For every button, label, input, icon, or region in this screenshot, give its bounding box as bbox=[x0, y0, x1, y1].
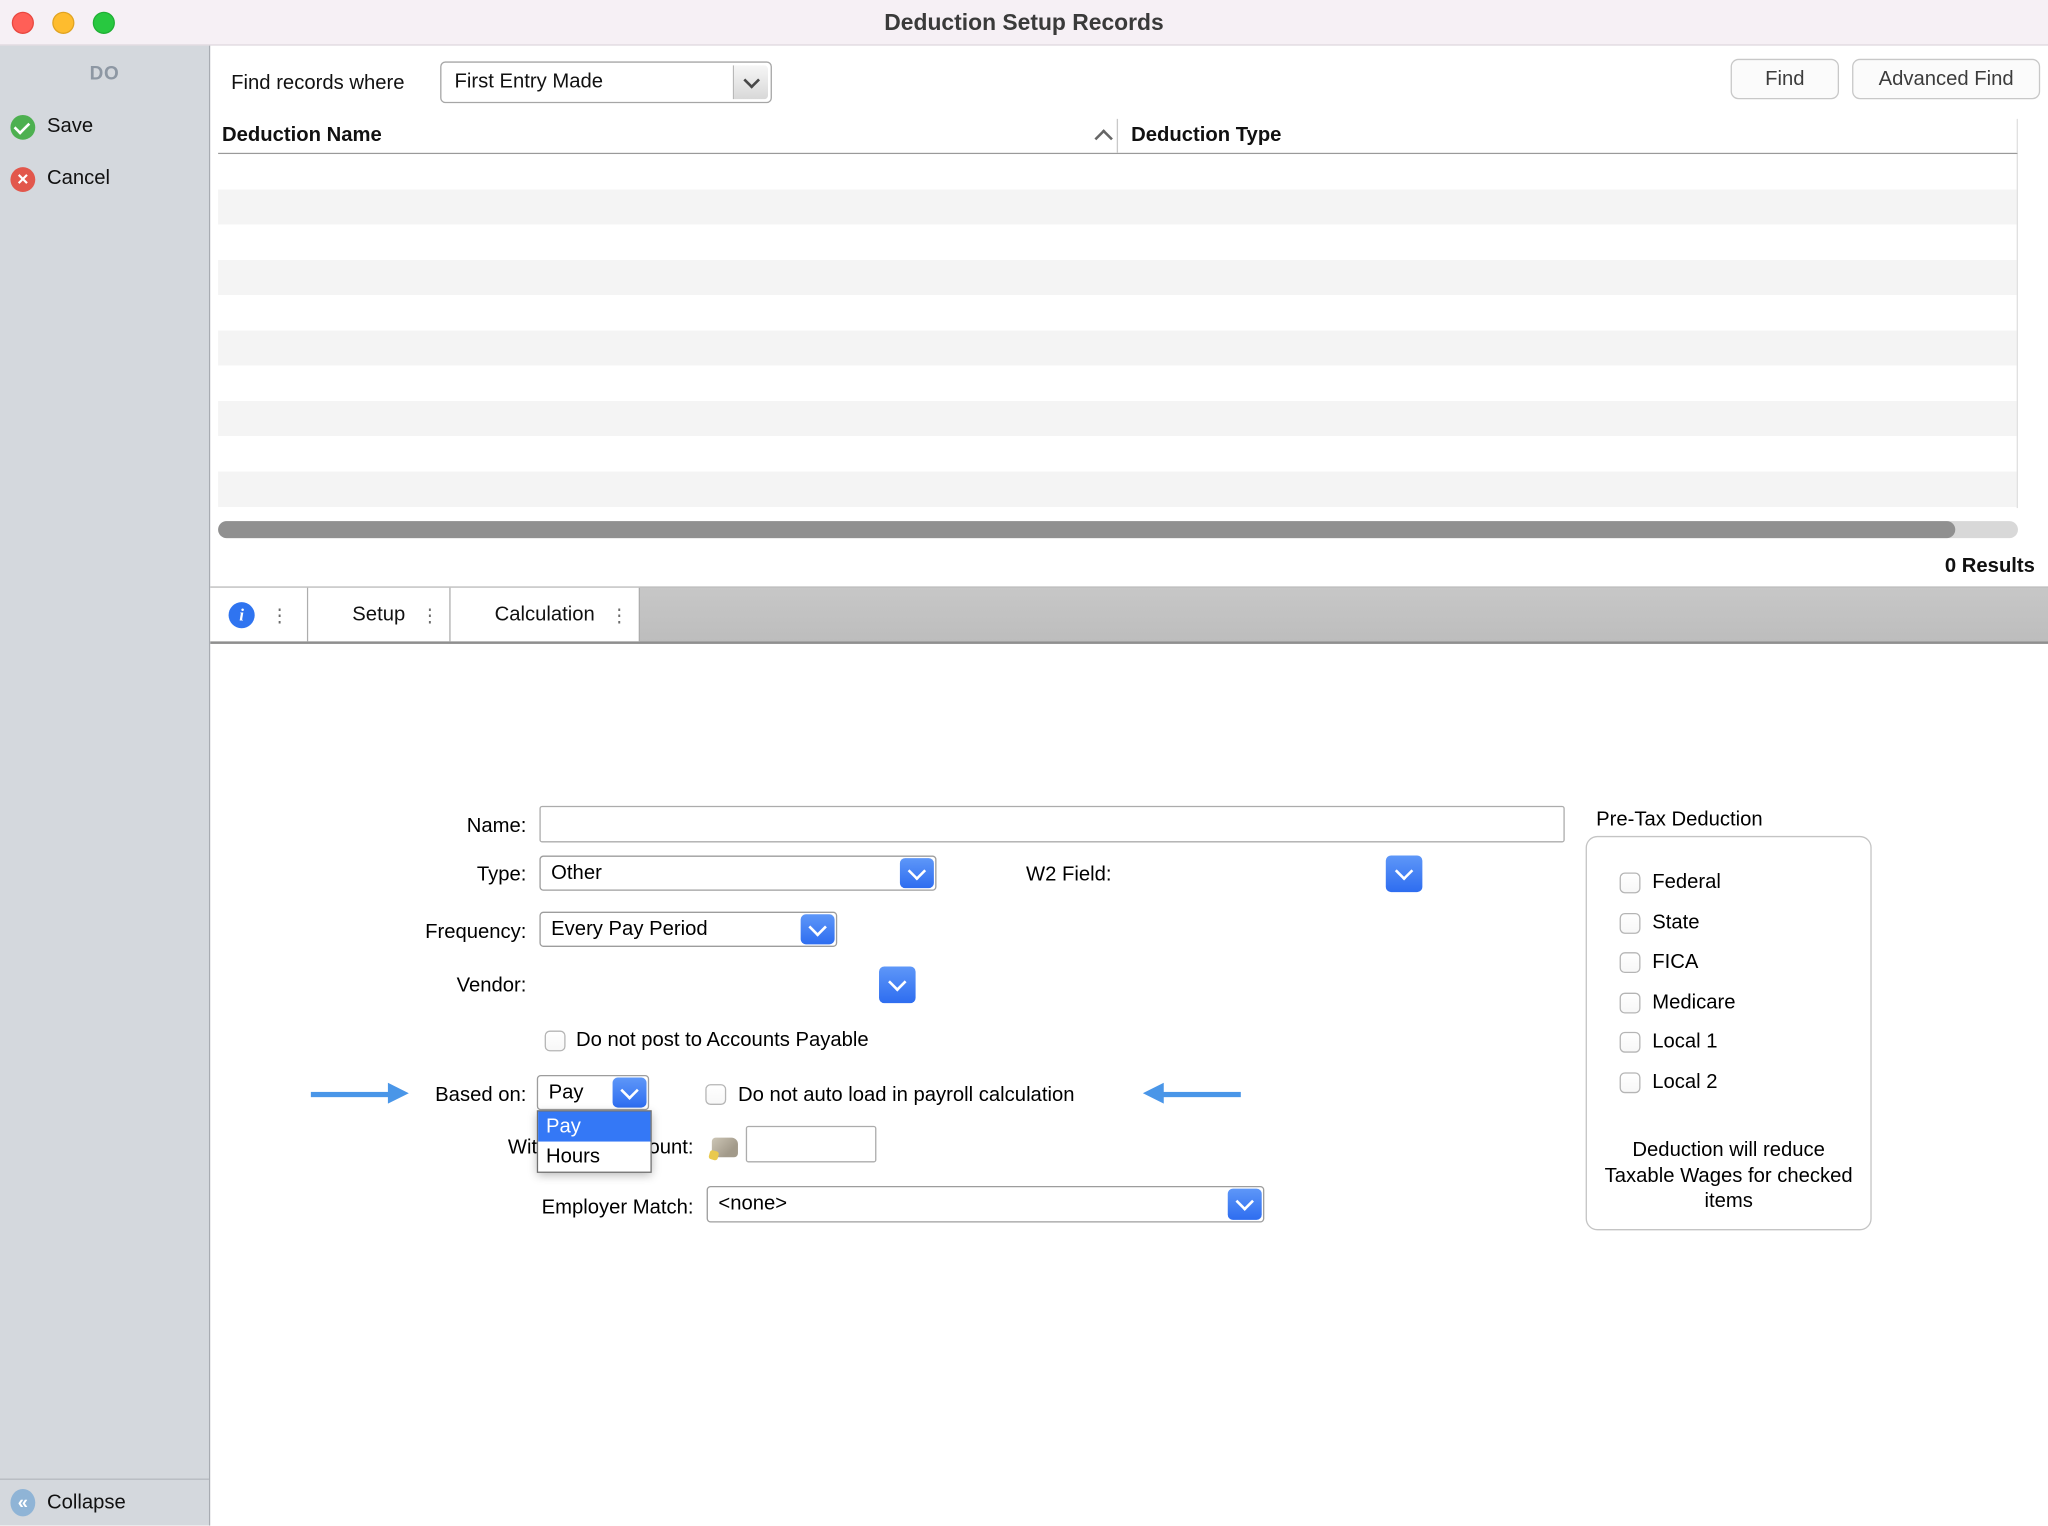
tab-setup[interactable]: Setup ⋮ bbox=[308, 588, 450, 642]
w2-field-dropdown[interactable] bbox=[1386, 856, 1423, 893]
do-not-autoload-label: Do not auto load in payroll calculation bbox=[738, 1083, 1075, 1109]
find-button[interactable]: Find bbox=[1731, 59, 1839, 99]
info-icon[interactable]: i bbox=[229, 601, 255, 627]
federal-checkbox[interactable] bbox=[1620, 872, 1641, 893]
main-content: Find records where First Entry Made Find… bbox=[210, 46, 2048, 1526]
window-titlebar: Deduction Setup Records bbox=[0, 0, 2048, 46]
pretax-note: Deduction will reduce Taxable Wages for … bbox=[1603, 1138, 1855, 1214]
sidebar: DO Save × Cancel « Collapse bbox=[0, 46, 210, 1526]
fullscreen-window-button[interactable] bbox=[93, 11, 115, 33]
pretax-row-medicare: Medicare bbox=[1620, 990, 1736, 1016]
column-header-deduction-type[interactable]: Deduction Type bbox=[1117, 119, 2017, 153]
pretax-panel: Federal State FICA Medicare Local 1 Loca… bbox=[1586, 836, 1872, 1230]
pretax-row-local2: Local 2 bbox=[1620, 1070, 1718, 1096]
pretax-title: Pre-Tax Deduction bbox=[1596, 808, 1763, 832]
collapse-button[interactable]: « Collapse bbox=[0, 1479, 209, 1526]
employer-match-value: <none> bbox=[718, 1192, 787, 1216]
table-body-empty[interactable] bbox=[218, 154, 2018, 508]
w2-field-label: W2 Field: bbox=[916, 862, 1112, 888]
horizontal-scrollbar[interactable] bbox=[218, 521, 2018, 538]
drag-dots-icon[interactable]: ⋮ bbox=[270, 605, 288, 623]
column-header-deduction-name[interactable]: Deduction Name bbox=[218, 119, 1117, 153]
pretax-row-federal: Federal bbox=[1620, 870, 1721, 896]
drag-dots-icon: ⋮ bbox=[421, 605, 439, 623]
table-header: Deduction Name Deduction Type bbox=[218, 119, 2018, 154]
local1-checkbox[interactable] bbox=[1620, 1032, 1641, 1053]
collapse-label: Collapse bbox=[47, 1491, 126, 1515]
menu-item-pay[interactable]: Pay bbox=[538, 1112, 650, 1142]
type-value: Other bbox=[551, 861, 602, 885]
withholding-amount-input[interactable] bbox=[746, 1126, 877, 1163]
frequency-value: Every Pay Period bbox=[551, 918, 707, 942]
fica-checkbox[interactable] bbox=[1620, 952, 1641, 973]
horizontal-scrollbar-thumb[interactable] bbox=[218, 521, 1955, 538]
based-on-dropdown[interactable]: Pay bbox=[537, 1075, 649, 1110]
tab-calculation-label: Calculation bbox=[495, 603, 595, 627]
info-segment: i ⋮ bbox=[210, 588, 308, 642]
sort-ascending-icon bbox=[1094, 129, 1112, 147]
drag-dots-icon: ⋮ bbox=[610, 605, 628, 623]
fica-label: FICA bbox=[1652, 950, 1698, 976]
employer-match-label: Employer Match: bbox=[367, 1195, 694, 1221]
window-title: Deduction Setup Records bbox=[884, 8, 1163, 35]
find-records-where-label: Find records where bbox=[231, 72, 404, 96]
column-label-deduction-type: Deduction Type bbox=[1131, 124, 1281, 148]
medicare-checkbox[interactable] bbox=[1620, 993, 1641, 1014]
do-not-post-ap-checkbox[interactable] bbox=[545, 1031, 566, 1052]
pretax-row-state: State bbox=[1620, 910, 1700, 936]
collapse-chevron-icon: « bbox=[10, 1489, 35, 1516]
save-label: Save bbox=[47, 115, 93, 139]
window-controls bbox=[12, 0, 115, 44]
do-not-autoload-checkbox[interactable] bbox=[705, 1084, 726, 1105]
name-input[interactable] bbox=[539, 806, 1564, 843]
sidebar-header: DO bbox=[0, 64, 209, 85]
pretax-row-local1: Local 1 bbox=[1620, 1029, 1718, 1055]
pretax-row-fica: FICA bbox=[1620, 950, 1699, 976]
state-checkbox[interactable] bbox=[1620, 913, 1641, 934]
dropdown-chevron-icon bbox=[613, 1078, 647, 1108]
tab-bar: i ⋮ Setup ⋮ Calculation ⋮ bbox=[210, 586, 2048, 643]
tab-calculation[interactable]: Calculation ⋮ bbox=[451, 588, 640, 642]
dropdown-chevron-icon bbox=[1228, 1189, 1262, 1220]
find-field-dropdown[interactable]: First Entry Made bbox=[440, 61, 772, 103]
frequency-dropdown[interactable]: Every Pay Period bbox=[539, 912, 837, 947]
based-on-value: Pay bbox=[549, 1081, 584, 1105]
tab-setup-label: Setup bbox=[352, 603, 405, 627]
results-count: 0 Results bbox=[1945, 555, 2035, 579]
minimize-window-button[interactable] bbox=[52, 11, 74, 33]
vendor-dropdown[interactable] bbox=[879, 967, 916, 1004]
cancel-x-icon: × bbox=[10, 167, 35, 192]
employer-match-dropdown[interactable]: <none> bbox=[707, 1186, 1265, 1223]
type-dropdown[interactable]: Other bbox=[539, 856, 936, 891]
based-on-label: Based on: bbox=[315, 1083, 527, 1109]
local2-checkbox[interactable] bbox=[1620, 1072, 1641, 1093]
based-on-open-menu: Pay Hours bbox=[537, 1110, 652, 1173]
cancel-label: Cancel bbox=[47, 167, 110, 191]
frequency-label: Frequency: bbox=[315, 920, 527, 946]
advanced-find-button[interactable]: Advanced Find bbox=[1852, 59, 2040, 99]
type-label: Type: bbox=[315, 862, 527, 888]
dropdown-chevron-icon bbox=[733, 65, 768, 99]
close-window-button[interactable] bbox=[12, 11, 34, 33]
local1-label: Local 1 bbox=[1652, 1029, 1717, 1055]
do-not-post-ap-label: Do not post to Accounts Payable bbox=[576, 1028, 869, 1054]
local2-label: Local 2 bbox=[1652, 1070, 1717, 1096]
save-button[interactable]: Save bbox=[10, 112, 93, 141]
cancel-button[interactable]: × Cancel bbox=[10, 165, 110, 194]
menu-item-hours[interactable]: Hours bbox=[538, 1142, 650, 1172]
federal-label: Federal bbox=[1652, 870, 1721, 896]
state-label: State bbox=[1652, 910, 1699, 936]
application-window: Deduction Setup Records DO Save × Cancel… bbox=[0, 0, 2048, 1526]
calculation-icon bbox=[712, 1138, 738, 1158]
annotation-arrow-pointing-left bbox=[1143, 1083, 1241, 1105]
find-field-value: First Entry Made bbox=[455, 63, 604, 102]
save-check-icon bbox=[10, 114, 35, 139]
name-label: Name: bbox=[315, 814, 527, 840]
dropdown-chevron-icon bbox=[801, 914, 835, 944]
column-label-deduction-name: Deduction Name bbox=[222, 124, 382, 148]
medicare-label: Medicare bbox=[1652, 990, 1735, 1016]
vendor-label: Vendor: bbox=[315, 973, 527, 999]
